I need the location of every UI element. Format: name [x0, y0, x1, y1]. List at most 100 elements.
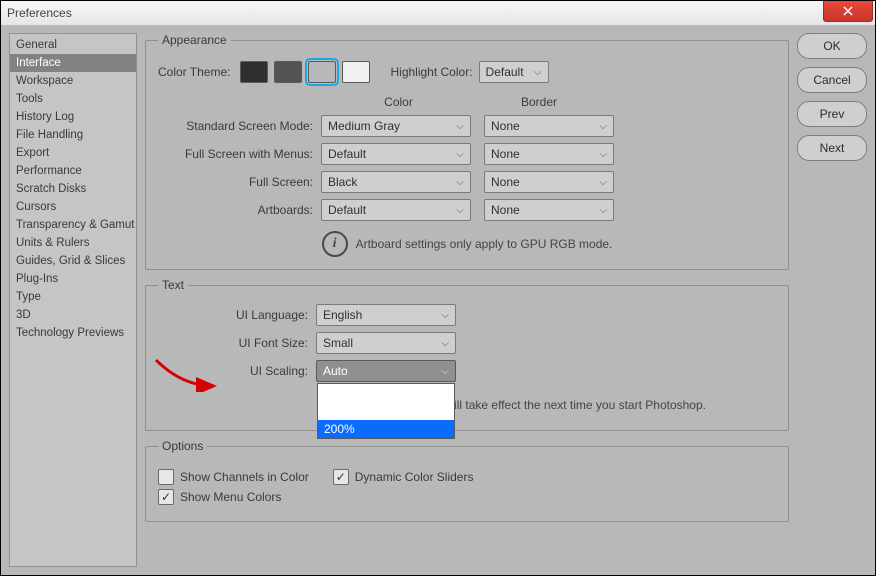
column-header-color: Color: [321, 95, 476, 109]
chevron-down-icon: ⌵: [599, 149, 607, 160]
color-theme-label: Color Theme:: [158, 65, 230, 79]
sidebar-item-export[interactable]: Export: [10, 144, 136, 162]
chevron-down-icon: ⌵: [599, 121, 607, 132]
color-theme-swatches: [240, 61, 370, 83]
chevron-down-icon: ⌵: [441, 338, 449, 349]
sidebar-item-type[interactable]: Type: [10, 288, 136, 306]
highlight-color-select[interactable]: Default ⌵: [479, 61, 549, 83]
select-value: Black: [328, 175, 357, 189]
ui-scaling-select[interactable]: Auto ⌵ Auto100%200%: [316, 360, 456, 382]
preferences-window: Preferences GeneralInterfaceWorkspaceToo…: [0, 0, 876, 576]
ok-button[interactable]: OK: [797, 33, 867, 59]
chevron-down-icon: ⌵: [599, 177, 607, 188]
screen-mode-color-select[interactable]: Medium Gray ⌵: [321, 115, 471, 137]
close-button[interactable]: [823, 1, 873, 22]
checkbox-icon: [158, 489, 174, 505]
text-group: Text UI Language: English ⌵ UI Font Size…: [145, 278, 789, 431]
screen-mode-label: Full Screen with Menus:: [158, 147, 313, 161]
show-menu-colors-label: Show Menu Colors: [180, 490, 281, 504]
chevron-down-icon: ⌵: [456, 177, 464, 188]
ui-language-value: English: [323, 308, 362, 322]
ui-scaling-option[interactable]: 100%: [318, 402, 454, 420]
screen-mode-border-select[interactable]: None⌵: [484, 199, 614, 221]
select-value: Default: [328, 147, 366, 161]
ui-language-select[interactable]: English ⌵: [316, 304, 456, 326]
column-header-border: Border: [484, 95, 594, 109]
color-theme-swatch[interactable]: [342, 61, 370, 83]
sidebar-item-plug-ins[interactable]: Plug-Ins: [10, 270, 136, 288]
sidebar-item-technology-previews[interactable]: Technology Previews: [10, 324, 136, 342]
show-channels-checkbox[interactable]: Show Channels in Color: [158, 469, 309, 485]
sidebar-item-cursors[interactable]: Cursors: [10, 198, 136, 216]
ui-font-size-select[interactable]: Small ⌵: [316, 332, 456, 354]
ui-scaling-option[interactable]: Auto: [318, 384, 454, 402]
sidebar-item-history-log[interactable]: History Log: [10, 108, 136, 126]
ui-font-size-value: Small: [323, 336, 353, 350]
checkbox-icon: [333, 469, 349, 485]
sidebar-item-tools[interactable]: Tools: [10, 90, 136, 108]
select-value: None: [491, 147, 520, 161]
screen-mode-color-select[interactable]: Default ⌵: [321, 143, 471, 165]
highlight-color-label: Highlight Color:: [390, 65, 472, 79]
close-icon: [842, 6, 854, 16]
select-value: Default: [328, 203, 366, 217]
options-group: Options Show Channels in Color Dynamic C…: [145, 439, 789, 522]
sidebar-item-guides-grid-slices[interactable]: Guides, Grid & Slices: [10, 252, 136, 270]
dynamic-sliders-checkbox[interactable]: Dynamic Color Sliders: [333, 469, 474, 485]
color-theme-swatch[interactable]: [308, 61, 336, 83]
screen-mode-border-select[interactable]: None ⌵: [484, 115, 614, 137]
screen-mode-color-select[interactable]: Default ⌵: [321, 199, 471, 221]
checkbox-icon: [158, 469, 174, 485]
info-icon: i: [322, 231, 348, 257]
chevron-down-icon: ⌵: [441, 366, 449, 377]
chevron-down-icon: ⌵: [456, 149, 464, 160]
sidebar-item-interface[interactable]: Interface: [10, 54, 136, 72]
show-menu-colors-checkbox[interactable]: Show Menu Colors: [158, 489, 281, 505]
sidebar-item-general[interactable]: General: [10, 36, 136, 54]
content-area: Appearance Color Theme: Highlight Color:…: [145, 33, 789, 567]
appearance-legend: Appearance: [158, 33, 231, 47]
chevron-down-icon: ⌵: [441, 310, 449, 321]
options-legend: Options: [158, 439, 207, 453]
screen-mode-label: Standard Screen Mode:: [158, 119, 313, 133]
sidebar-item-file-handling[interactable]: File Handling: [10, 126, 136, 144]
title-bar: Preferences: [1, 1, 875, 26]
sidebar-item-units-rulers[interactable]: Units & Rulers: [10, 234, 136, 252]
ui-scaling-label: UI Scaling:: [158, 364, 308, 378]
screen-mode-grid: Color Border Standard Screen Mode: Medium…: [158, 95, 776, 221]
ui-scaling-dropdown[interactable]: Auto100%200%: [317, 383, 455, 439]
select-value: None: [491, 175, 520, 189]
chevron-down-icon: ⌵: [456, 121, 464, 132]
dialog-body: GeneralInterfaceWorkspaceToolsHistory Lo…: [1, 25, 875, 575]
appearance-group: Appearance Color Theme: Highlight Color:…: [145, 33, 789, 270]
dynamic-sliders-label: Dynamic Color Sliders: [355, 470, 474, 484]
screen-mode-color-select[interactable]: Black ⌵: [321, 171, 471, 193]
category-sidebar: GeneralInterfaceWorkspaceToolsHistory Lo…: [9, 33, 137, 567]
select-value: None: [491, 119, 520, 133]
sidebar-item-performance[interactable]: Performance: [10, 162, 136, 180]
chevron-down-icon: ⌵: [456, 205, 464, 216]
show-channels-label: Show Channels in Color: [180, 470, 309, 484]
screen-mode-label: Artboards:: [158, 203, 313, 217]
ui-scaling-option[interactable]: 200%: [318, 420, 454, 438]
cancel-button[interactable]: Cancel: [797, 67, 867, 93]
screen-mode-label: Full Screen:: [158, 175, 313, 189]
screen-mode-border-select[interactable]: None ⌵: [484, 171, 614, 193]
prev-button[interactable]: Prev: [797, 101, 867, 127]
highlight-color-value: Default: [486, 65, 524, 79]
chevron-down-icon: ⌵: [534, 67, 542, 78]
sidebar-item-scratch-disks[interactable]: Scratch Disks: [10, 180, 136, 198]
sidebar-item-transparency-gamut[interactable]: Transparency & Gamut: [10, 216, 136, 234]
select-value: None: [491, 203, 520, 217]
color-theme-swatch[interactable]: [274, 61, 302, 83]
dialog-actions: OK Cancel Prev Next: [797, 33, 867, 567]
text-legend: Text: [158, 278, 188, 292]
window-title: Preferences: [7, 6, 72, 20]
screen-mode-border-select[interactable]: None ⌵: [484, 143, 614, 165]
color-theme-swatch[interactable]: [240, 61, 268, 83]
sidebar-item-workspace[interactable]: Workspace: [10, 72, 136, 90]
next-button[interactable]: Next: [797, 135, 867, 161]
sidebar-item-3d[interactable]: 3D: [10, 306, 136, 324]
select-value: Medium Gray: [328, 119, 400, 133]
artboard-note: Artboard settings only apply to GPU RGB …: [356, 237, 613, 251]
